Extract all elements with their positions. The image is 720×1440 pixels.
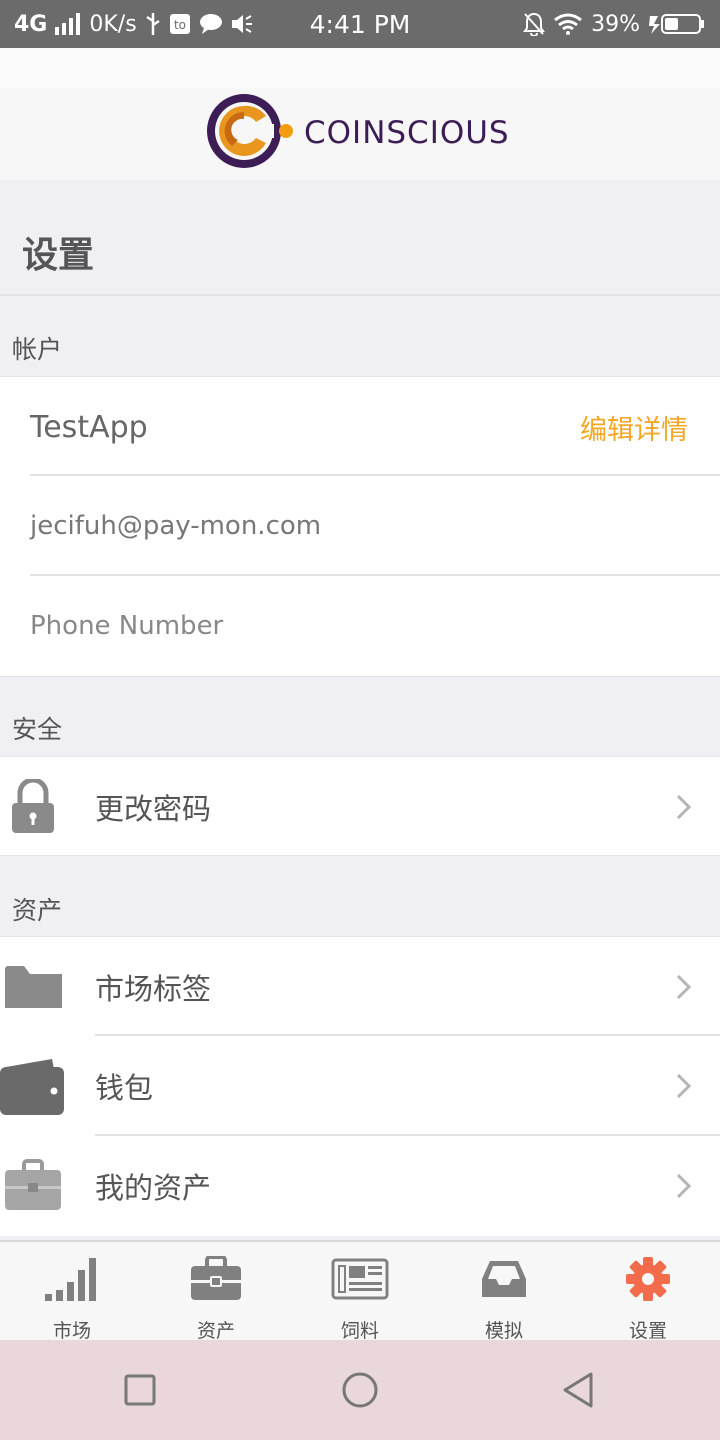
my-assets-label: 我的资产 (95, 1171, 212, 1205)
tab-settings[interactable]: 设置 (576, 1242, 720, 1342)
app-header: COINSCIOUS (0, 48, 720, 180)
status-bar: 4G 0K/s to 4:41 PM 39% (0, 0, 720, 48)
header-strip (0, 48, 720, 88)
account-email-row: jecifuh@pay-mon.com (0, 476, 720, 576)
signal-icon (55, 13, 81, 35)
chevron-right-icon (676, 757, 692, 857)
tab-label: 模拟 (484, 1320, 523, 1342)
tab-simulate[interactable]: 模拟 (432, 1242, 576, 1342)
wallet-label: 钱包 (95, 1071, 154, 1105)
home-button[interactable] (310, 1340, 410, 1440)
tab-label: 设置 (628, 1320, 667, 1342)
gear-icon (576, 1254, 720, 1304)
chevron-right-icon (676, 1036, 692, 1136)
account-email: jecifuh@pay-mon.com (30, 511, 322, 541)
brand-logo: COINSCIOUS (204, 90, 510, 176)
inbox-icon (432, 1254, 576, 1304)
status-time: 4:41 PM (309, 9, 411, 39)
bell-off-icon (523, 12, 545, 36)
network-speed: 0K/s (89, 11, 137, 37)
account-name-row: TestApp 编辑详情 (0, 376, 720, 476)
account-name: TestApp (30, 409, 148, 445)
wifi-icon (553, 13, 583, 35)
market-tags-label: 市场标签 (95, 972, 212, 1006)
lock-icon (10, 757, 56, 857)
recent-apps-button[interactable] (90, 1340, 190, 1440)
network-label: 4G (14, 11, 48, 37)
section-header-label: 资产 (12, 896, 63, 925)
tab-assets[interactable]: 资产 (144, 1242, 288, 1342)
wallet-icon (0, 1036, 64, 1136)
briefcase-icon (4, 1136, 62, 1236)
brand-name: COINSCIOUS (304, 115, 510, 151)
tab-label: 市场 (52, 1320, 91, 1342)
chat-icon (199, 13, 223, 35)
change-password-row[interactable]: 更改密码 (0, 756, 720, 856)
page-title-bar: 设置 (0, 180, 720, 296)
tab-market[interactable]: 市场 (0, 1242, 144, 1342)
system-nav-bar (0, 1340, 720, 1440)
section-header-assets: 资产 (0, 857, 720, 937)
phone-number-field[interactable]: Phone Number (30, 576, 223, 676)
section-header-account: 帐户 (0, 296, 720, 376)
back-button[interactable] (528, 1340, 628, 1440)
chevron-right-icon (676, 1136, 692, 1236)
bottom-tab-bar: 市场 资产 饲料 模拟 设置 (0, 1240, 720, 1342)
section-header-label: 安全 (12, 715, 63, 744)
my-assets-row[interactable]: 我的资产 (0, 1136, 720, 1236)
speaker-icon (231, 13, 253, 35)
market-tags-row[interactable]: 市场标签 (0, 936, 720, 1036)
section-header-label: 帐户 (12, 335, 63, 364)
change-password-label: 更改密码 (95, 792, 212, 826)
coinscious-logo-icon (204, 88, 294, 178)
battery-percent: 39% (591, 11, 640, 37)
bar-chart-icon (0, 1254, 144, 1304)
tab-label: 饲料 (340, 1320, 379, 1342)
edit-details-button[interactable]: 编辑详情 (580, 377, 688, 477)
usb-icon (145, 13, 161, 35)
notification-app-icon: to (169, 13, 191, 35)
tab-feed[interactable]: 饲料 (288, 1242, 432, 1342)
chevron-right-icon (676, 937, 692, 1037)
section-header-security: 安全 (0, 676, 720, 756)
folder-icon (4, 937, 64, 1037)
newspaper-icon (288, 1254, 432, 1304)
tab-label: 资产 (196, 1320, 235, 1342)
page-title: 设置 (22, 235, 95, 276)
svg-text:to: to (174, 18, 186, 32)
briefcase-icon (144, 1254, 288, 1304)
account-phone-row[interactable]: Phone Number (0, 576, 720, 676)
battery-icon (648, 12, 706, 36)
wallet-row[interactable]: 钱包 (0, 1036, 720, 1136)
